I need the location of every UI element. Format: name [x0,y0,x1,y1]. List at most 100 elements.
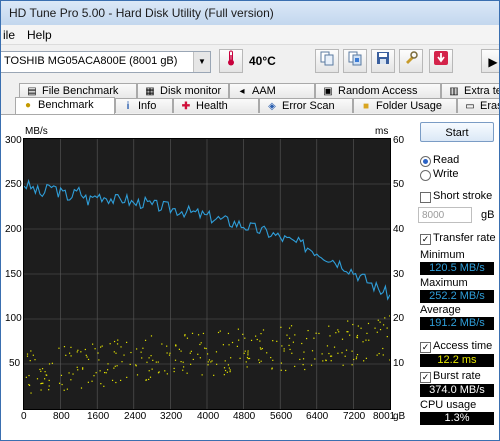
tab-disk-monitor[interactable]: ▦ Disk monitor [137,83,229,98]
tab-random-access[interactable]: ▣ Random Access [315,83,441,98]
tab-health[interactable]: ✚ Health [173,98,259,113]
access-time-checkbox[interactable]: ✓ [420,342,431,353]
access-time-point [150,355,152,357]
access-time-point [169,352,171,354]
access-time-point [51,362,53,364]
access-time-point [227,332,230,335]
access-time-point [228,344,230,346]
access-time-point [141,357,143,359]
access-time-point [347,331,349,333]
tab-label: Erase [480,100,499,112]
overflow-icon[interactable]: ▶ [481,49,499,73]
menu-file[interactable]: ile [3,28,15,42]
access-time-point [208,359,211,361]
access-time-point [146,361,148,363]
access-time-point [227,364,230,366]
access-time-point [91,380,93,382]
access-time-point [207,364,209,366]
access-time-point [48,385,50,387]
save-icon[interactable] [371,49,395,73]
short-stroke-input[interactable]: 8000 [418,207,472,223]
access-time-point [315,332,317,334]
exit-icon[interactable] [429,49,453,73]
access-time-point [302,358,305,360]
y-right-tick: 50 [393,179,405,190]
access-time-point [356,336,358,338]
access-time-point [144,339,147,341]
y-right-tick: 10 [393,358,405,369]
access-time-point [330,360,332,362]
access-time-point [190,350,192,352]
access-time-point [283,350,285,352]
access-time-point [378,352,380,355]
access-time-point [130,351,132,354]
tab-label: Extra tests [464,85,499,97]
benchmark-chart [23,138,391,410]
y-right-unit-label: ms [375,126,389,137]
access-time-point [199,343,201,346]
drive-select[interactable]: TOSHIB MG05ACA800E (8001 gB) ▼ [1,51,211,73]
access-time-point [246,366,248,368]
access-time-point [186,372,188,374]
start-button[interactable]: Start [420,122,494,142]
access-time-point [100,383,102,385]
short-stroke-checkbox[interactable] [420,192,431,203]
tab-label: Disk monitor [160,85,222,97]
tab-label: Health [196,100,228,112]
access-time-point [148,370,150,372]
menu-bar: ile Help [1,25,499,45]
access-time-point [97,352,99,354]
access-time-point [182,369,184,371]
error-scan-icon: ◈ [268,101,276,112]
copy-text-icon[interactable] [315,49,339,73]
access-time-point [341,352,343,354]
tab-benchmark[interactable]: ● Benchmark [15,97,115,114]
tab-info[interactable]: i Info [115,98,173,113]
access-time-point [271,367,273,369]
access-time-point [344,355,346,357]
options-icon[interactable] [399,49,423,73]
access-time-point [226,371,228,373]
access-time-point [386,335,388,338]
read-radio[interactable] [420,156,431,167]
access-time-point [247,352,249,354]
access-time-point [48,363,51,365]
access-time-point [307,329,309,332]
access-time-point [145,379,148,381]
x-tick: 800 [53,411,70,422]
x-tick: 0 [21,411,27,422]
access-time-point [70,346,72,348]
access-time-point [389,315,391,317]
chevron-down-icon[interactable]: ▼ [193,52,210,72]
write-radio[interactable] [420,170,431,181]
access-time-point [379,321,381,323]
access-time-point [329,355,332,357]
tab-file-benchmark[interactable]: ▤ File Benchmark [19,83,137,98]
tab-extra-tests[interactable]: ▥ Extra tests [441,83,499,98]
access-time-point [260,348,262,350]
access-time-point [281,345,283,347]
access-time-point [329,335,331,337]
transfer-rate-checkbox[interactable]: ✓ [420,234,431,245]
tab-erase[interactable]: ▭ Erase [457,98,499,113]
access-time-point [338,331,340,333]
access-time-point [201,374,203,376]
info-icon: i [126,101,130,112]
access-time-point [244,350,246,352]
tab-folder-usage[interactable]: ■ Folder Usage [353,98,457,113]
access-time-point [283,348,285,350]
access-time-point [173,370,175,373]
burst-rate-checkbox[interactable]: ✓ [420,372,431,383]
temperature-icon[interactable] [219,49,243,73]
access-time-point [237,328,239,330]
tab-error-scan[interactable]: ◈ Error Scan [259,98,353,113]
access-time-point [345,349,348,351]
folder-icon: ■ [362,101,370,112]
access-time-point [199,357,201,359]
access-time-point [342,364,344,366]
menu-help[interactable]: Help [27,28,52,42]
access-time-point [365,357,368,359]
copy-screenshot-icon[interactable] [343,49,367,73]
access-time-point [302,364,304,366]
tab-aam[interactable]: ◂ AAM [229,83,315,98]
